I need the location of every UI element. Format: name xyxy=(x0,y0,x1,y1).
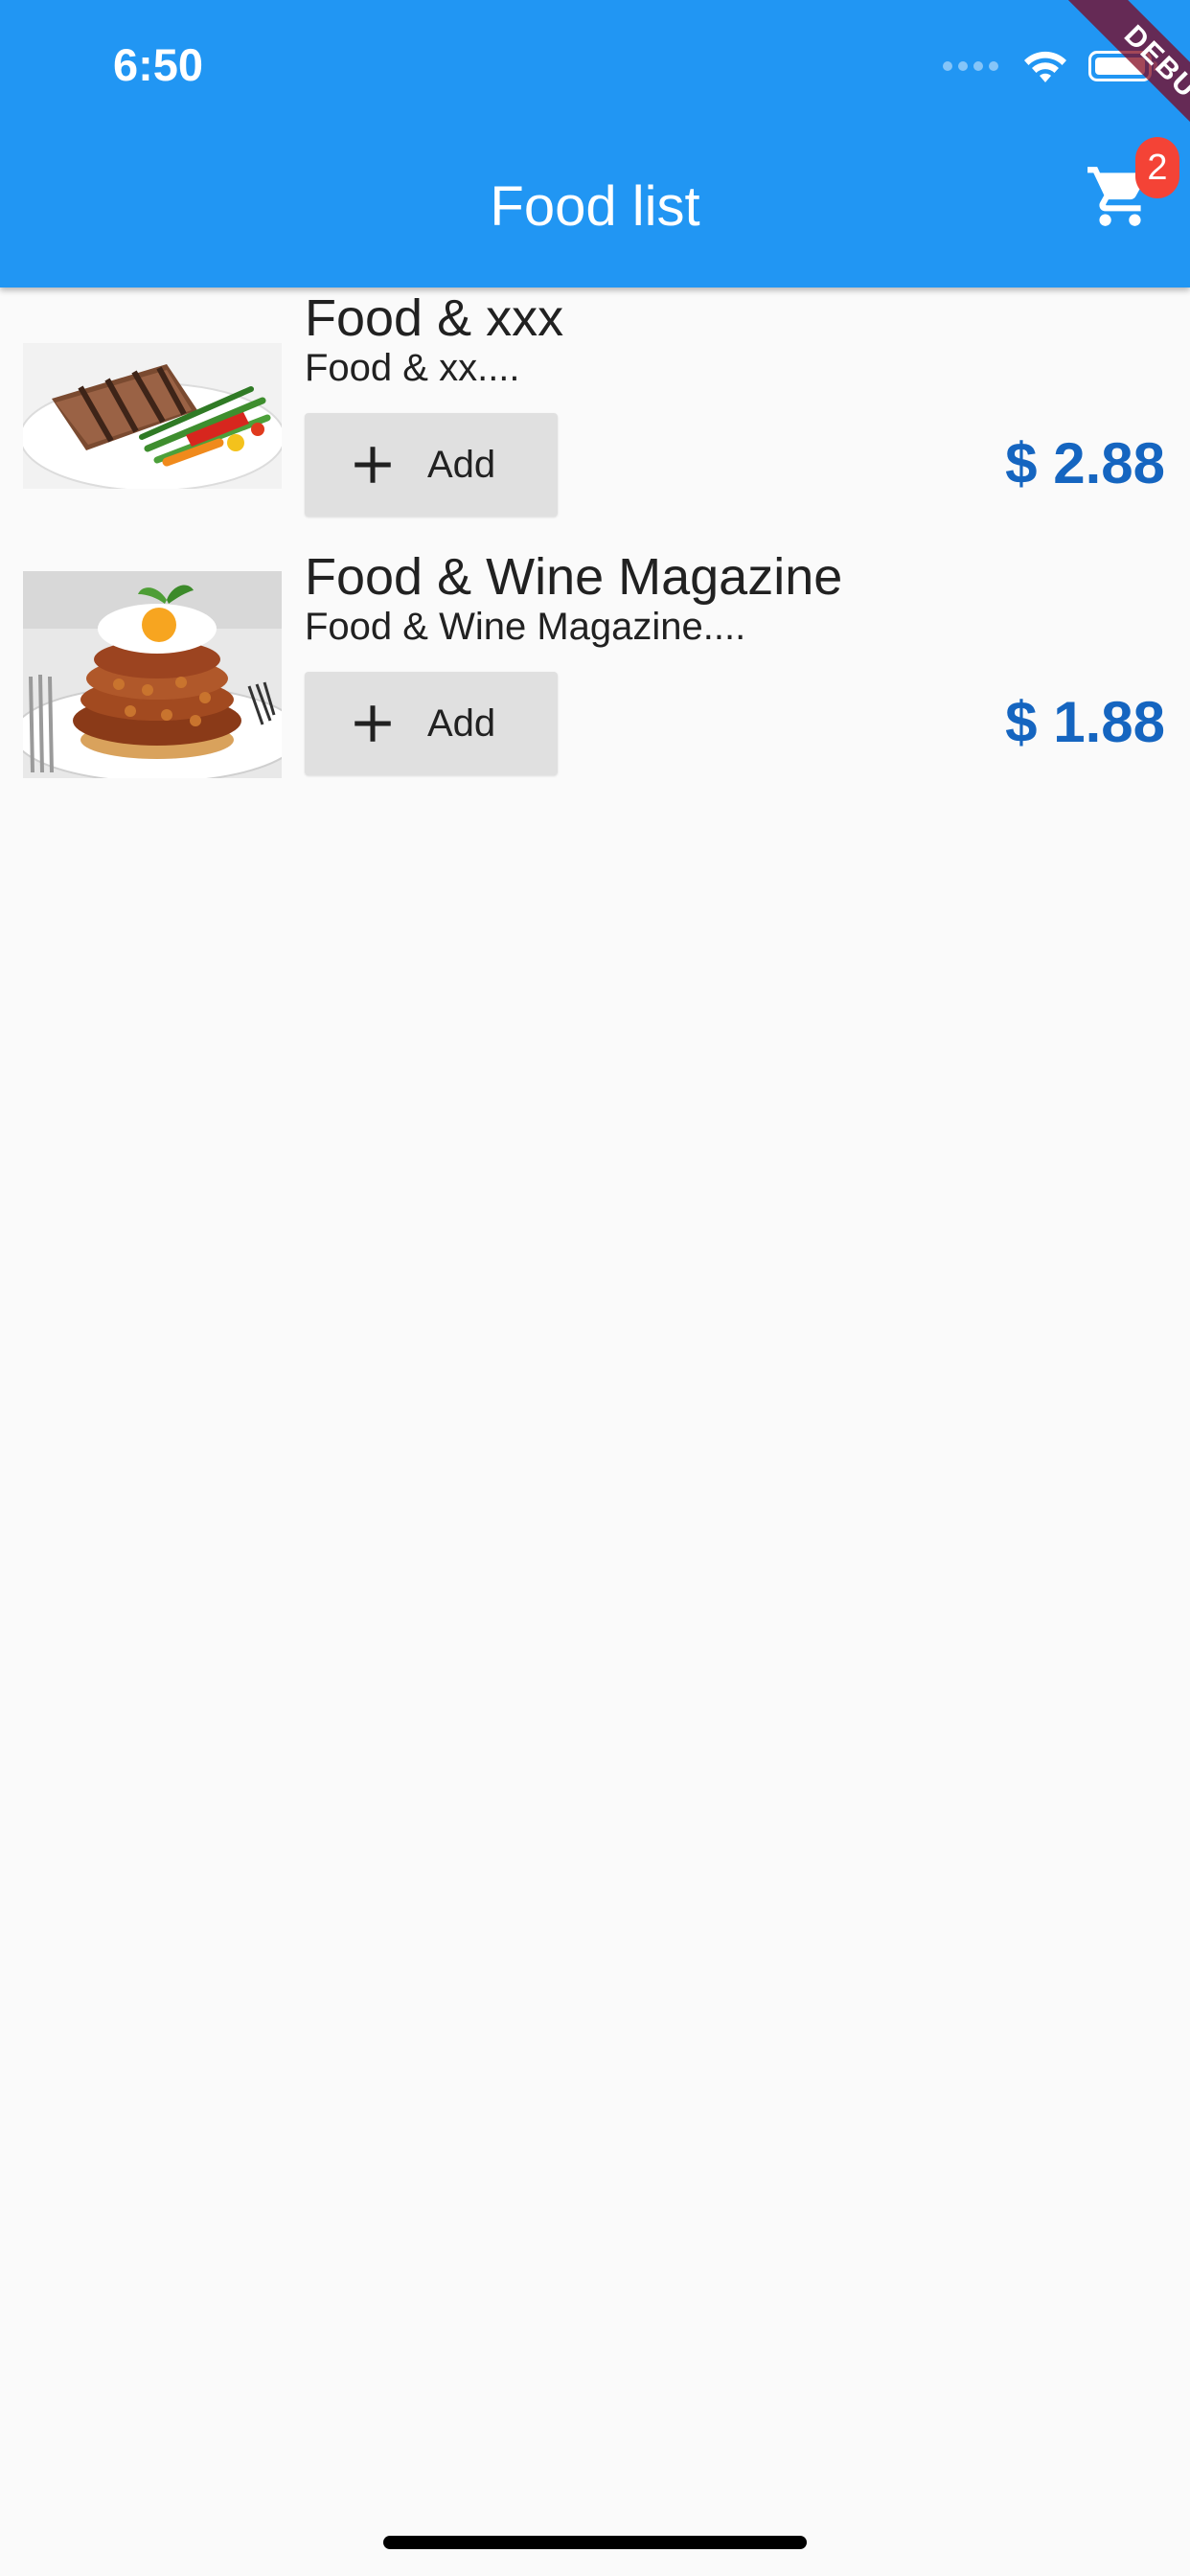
add-button[interactable]: Add xyxy=(305,413,558,517)
wifi-icon xyxy=(1024,51,1066,82)
signal-icon xyxy=(943,61,998,71)
add-button-label: Add xyxy=(427,702,496,745)
plus-icon xyxy=(355,447,391,483)
cart-count-badge: 2 xyxy=(1135,137,1179,198)
food-description: Food & xx.... xyxy=(305,347,520,389)
food-name: Food & xxx xyxy=(305,289,564,347)
food-description: Food & Wine Magazine.... xyxy=(305,606,746,648)
page-title: Food list xyxy=(490,175,700,238)
food-name: Food & Wine Magazine xyxy=(305,548,843,606)
status-time: 6:50 xyxy=(113,39,204,90)
add-button[interactable]: Add xyxy=(305,672,558,775)
plus-icon xyxy=(355,705,391,742)
add-button-label: Add xyxy=(427,443,496,486)
home-indicator[interactable] xyxy=(383,2536,807,2549)
list-item: Food & xxx Food & xx.... Add $ 2.88 xyxy=(0,288,1190,546)
app-bar: 6:50 Food list 2 xyxy=(0,0,1190,288)
food-price: $ 2.88 xyxy=(1005,431,1165,495)
cart-button[interactable]: 2 xyxy=(1064,137,1179,259)
food-image-grilled-salmon xyxy=(23,343,282,489)
food-image-baked-beans-stack xyxy=(23,571,282,778)
food-price: $ 1.88 xyxy=(1005,690,1165,754)
list-item: Food & Wine Magazine Food & Wine Magazin… xyxy=(0,546,1190,805)
